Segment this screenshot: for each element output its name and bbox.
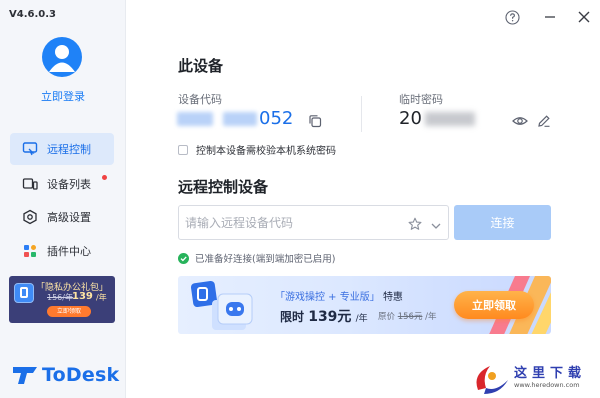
verify-password-option[interactable]: 控制本设备需校验本机系统密码 <box>178 142 336 157</box>
brand-logo: ToDesk <box>12 364 119 386</box>
watermark-logo-icon <box>476 366 508 394</box>
star-icon[interactable] <box>408 216 422 230</box>
plugin-icon <box>22 243 38 259</box>
brand-name: ToDesk <box>42 364 120 386</box>
promo-price: 限时 139元 /年 <box>280 306 368 326</box>
sidebar-item-label: 插件中心 <box>47 245 91 258</box>
promo-title-accent: 「游戏操控 + 专业版」 <box>275 292 380 303</box>
promo-title: 「游戏操控 + 专业版」 特惠 <box>275 288 403 303</box>
device-code-value[interactable]: 052 <box>177 108 293 129</box>
banner-old-price: 156/年 <box>47 293 73 302</box>
sidebar: V4.6.0.3 立即登录 远程控制 设备列表 高级设置 插件中心 「隐私办公礼… <box>0 0 126 398</box>
help-icon[interactable] <box>503 8 521 26</box>
connection-status-text: 已准备好连接(端到端加密已启用) <box>195 254 336 265</box>
todesk-brand-icon <box>13 367 37 384</box>
remote-control-title: 远程控制设备 <box>178 178 269 196</box>
minimize-icon[interactable] <box>541 8 559 26</box>
promo-original-price: 原价 156元 /年 <box>378 310 437 322</box>
avatar-icon[interactable] <box>42 37 82 77</box>
sidebar-item-remote-control[interactable]: 远程控制 <box>10 133 114 165</box>
device-code-label: 设备代码 <box>178 93 222 106</box>
app-version: V4.6.0.3 <box>9 9 56 20</box>
eye-icon[interactable] <box>512 113 528 127</box>
promo-price-prefix: 限时 <box>280 310 305 324</box>
watermark-title: 这里下载 <box>514 366 587 381</box>
login-link[interactable]: 立即登录 <box>0 88 126 104</box>
promo-banner[interactable]: 「游戏操控 + 专业版」 特惠 限时 139元 /年 原价 156元 /年 立即… <box>178 276 551 334</box>
verify-password-checkbox[interactable] <box>178 144 188 155</box>
remote-control-icon <box>22 141 38 157</box>
edit-icon[interactable] <box>537 113 551 127</box>
promo-old-prefix: 原价 <box>378 312 396 322</box>
redacted-password <box>424 111 475 126</box>
banner-claim-button[interactable]: 立即领取 <box>47 306 91 317</box>
promo-price-unit: /年 <box>355 314 368 324</box>
redacted-code-segment <box>177 111 213 126</box>
promo-old-amount: 156元 <box>397 312 423 322</box>
promo-price-amount: 139元 <box>308 309 352 325</box>
redacted-code-segment <box>223 111 257 126</box>
sidebar-item-device-list[interactable]: 设备列表 <box>10 168 114 200</box>
temp-password-value[interactable]: 20 <box>399 108 475 129</box>
notification-dot <box>102 175 107 180</box>
banner-price-unit: /年 <box>96 293 107 302</box>
connect-button[interactable]: 连接 <box>454 205 551 240</box>
remote-code-field[interactable] <box>178 205 449 240</box>
settings-icon <box>22 209 38 225</box>
promo-title-plain: 特惠 <box>382 292 403 303</box>
game-controller-illustration <box>190 280 253 330</box>
verify-password-label: 控制本设备需校验本机系统密码 <box>196 146 336 157</box>
watermark-url: www.heredown.com <box>514 381 580 389</box>
chevron-down-icon[interactable] <box>430 217 442 229</box>
this-device-title: 此设备 <box>178 57 224 75</box>
device-list-icon <box>22 176 38 192</box>
temp-password-digits: 20 <box>399 108 422 129</box>
privacy-gift-banner[interactable]: 「隐私办公礼包」 156/年 139 /年 立即领取 <box>9 276 115 323</box>
promo-claim-button[interactable]: 立即领取 <box>454 291 534 319</box>
banner-new-price: 139 <box>72 291 93 302</box>
copy-icon[interactable] <box>308 113 322 128</box>
site-watermark: 这里下载 www.heredown.com <box>470 360 595 396</box>
temp-password-label: 临时密码 <box>399 93 443 106</box>
remote-code-input[interactable] <box>179 206 399 239</box>
sidebar-item-label: 高级设置 <box>47 211 91 224</box>
promo-old-unit: /年 <box>425 312 437 322</box>
todesk-logo-icon <box>14 283 34 303</box>
shield-check-icon <box>178 252 189 264</box>
sidebar-item-advanced-settings[interactable]: 高级设置 <box>10 201 114 233</box>
sidebar-item-plugin-center[interactable]: 插件中心 <box>10 235 114 267</box>
device-code-digits: 052 <box>259 108 294 129</box>
sidebar-item-label: 设备列表 <box>47 178 91 191</box>
connection-status: 已准备好连接(端到端加密已启用) <box>178 251 335 265</box>
close-icon[interactable] <box>575 8 593 26</box>
sidebar-item-label: 远程控制 <box>47 143 91 156</box>
divider <box>361 96 362 132</box>
